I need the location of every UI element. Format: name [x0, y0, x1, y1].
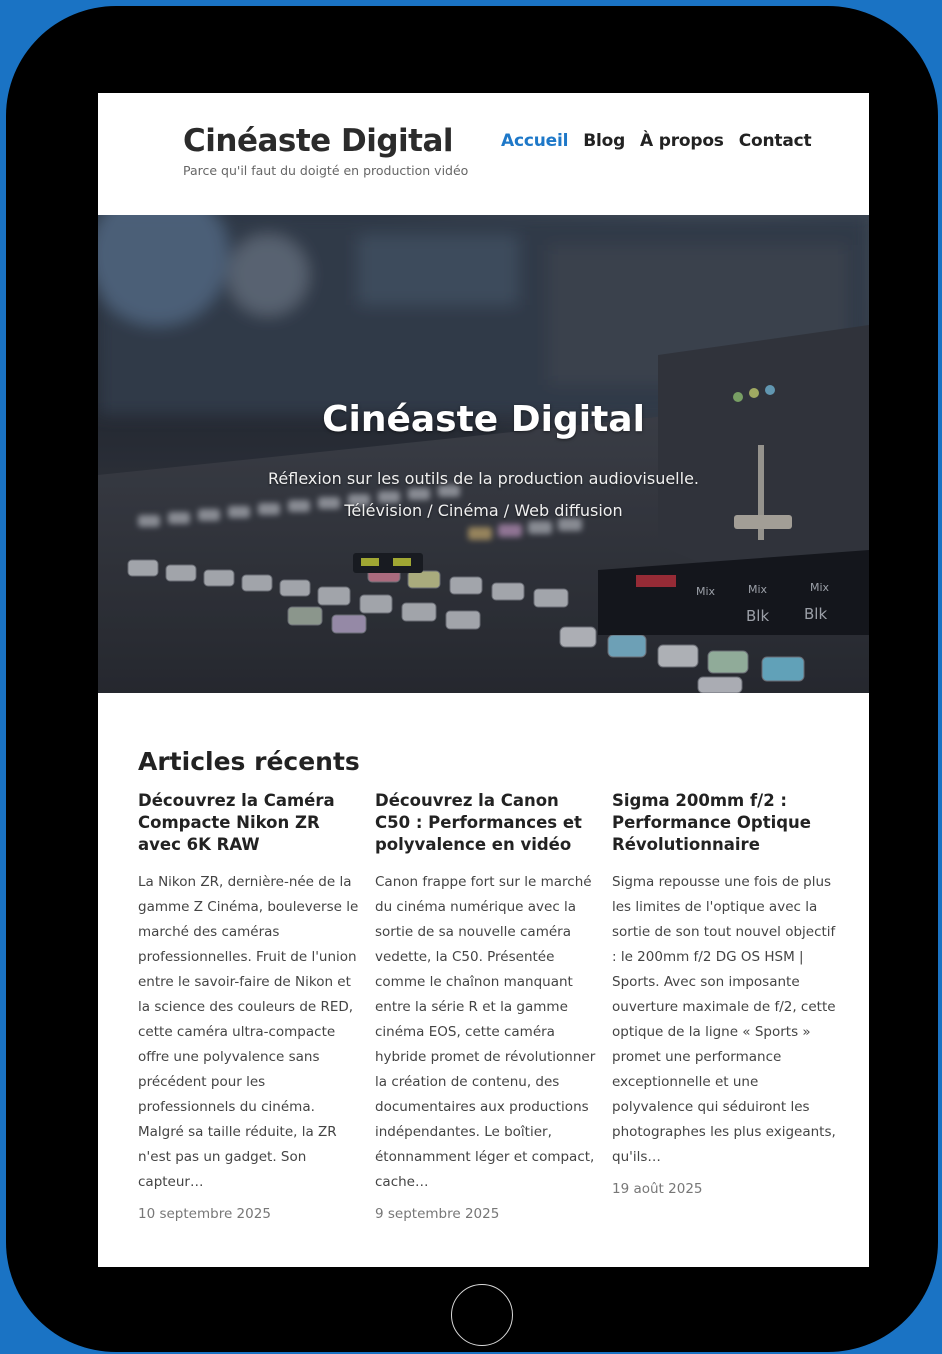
- browser-viewport: Cinéaste Digital Parce qu'il faut du doi…: [98, 93, 869, 1267]
- nav-item-a-propos[interactable]: À propos: [640, 131, 724, 151]
- article-excerpt: Canon frappe fort sur le marché du ciném…: [375, 874, 596, 1190]
- article-excerpt: Sigma repousse une fois de plus les limi…: [612, 874, 836, 1165]
- hero-subtitle-line-2: Télévision / Cinéma / Web diffusion: [344, 501, 623, 520]
- home-button[interactable]: [451, 1284, 513, 1346]
- article-date: 9 septembre 2025: [375, 1206, 500, 1222]
- article-excerpt: La Nikon ZR, dernière-née de la gamme Z …: [138, 874, 359, 1190]
- article-date: 19 août 2025: [612, 1181, 703, 1197]
- article-title-link[interactable]: Sigma 200mm f/2 : Performance Optique Ré…: [612, 790, 836, 856]
- site-title-link[interactable]: Cinéaste Digital: [183, 123, 454, 159]
- nav-item-blog[interactable]: Blog: [583, 131, 625, 151]
- hero-banner: Mix Mix Mix Blk Blk Cinéaste Digital Réf…: [98, 215, 869, 693]
- site-header: Cinéaste Digital Parce qu'il faut du doi…: [98, 93, 869, 215]
- hero-title: Cinéaste Digital: [322, 399, 645, 440]
- recent-articles-heading: Articles récents: [138, 746, 360, 776]
- article-card: Découvrez la Canon C50 : Performances et…: [375, 790, 599, 1222]
- article-card: Sigma 200mm f/2 : Performance Optique Ré…: [612, 790, 836, 1197]
- article-title-link[interactable]: Découvrez la Canon C50 : Performances et…: [375, 790, 599, 856]
- main-nav: Accueil Blog À propos Contact: [501, 131, 812, 151]
- hero-overlay: [98, 215, 869, 693]
- article-card: Découvrez la Caméra Compacte Nikon ZR av…: [138, 790, 362, 1222]
- site-tagline: Parce qu'il faut du doigté en production…: [183, 163, 469, 178]
- nav-item-contact[interactable]: Contact: [739, 131, 812, 151]
- hero-subtitle-line-1: Réflexion sur les outils de la productio…: [268, 469, 699, 488]
- article-date: 10 septembre 2025: [138, 1206, 271, 1222]
- article-title-link[interactable]: Découvrez la Caméra Compacte Nikon ZR av…: [138, 790, 362, 856]
- nav-item-accueil[interactable]: Accueil: [501, 131, 568, 151]
